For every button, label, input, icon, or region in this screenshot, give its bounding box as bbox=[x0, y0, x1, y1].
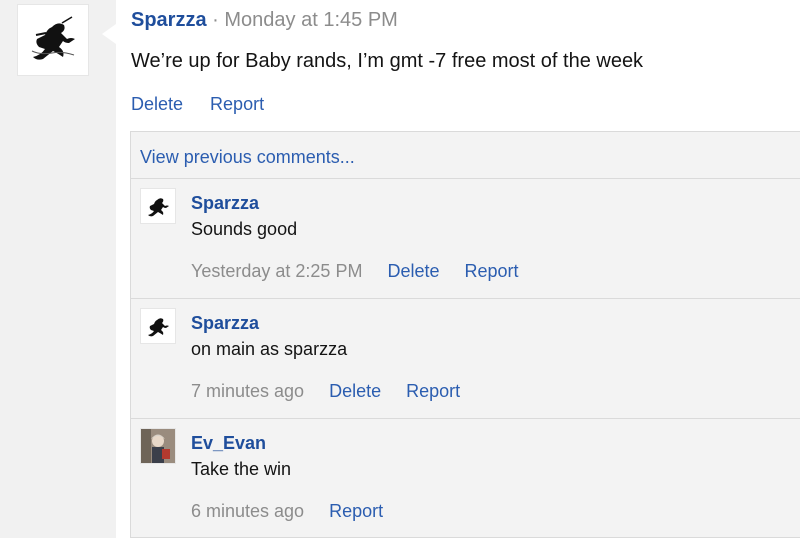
post-report-link[interactable]: Report bbox=[210, 94, 264, 114]
comment-avatar[interactable] bbox=[140, 308, 176, 344]
comment-text: on main as sparzza bbox=[191, 339, 348, 359]
comment-meta: Yesterday at 2:25 PM Delete Report bbox=[191, 260, 539, 282]
comment-author-link[interactable]: Sparzza bbox=[191, 312, 259, 334]
comments-box: View previous comments... Sparzza Sounds… bbox=[130, 131, 800, 538]
comment-report-link[interactable]: Report bbox=[465, 261, 519, 281]
post-separator: · bbox=[212, 9, 219, 31]
post-author-link[interactable]: Sparzza bbox=[131, 9, 207, 31]
comment-text: Take the win bbox=[191, 459, 292, 479]
post-avatar[interactable] bbox=[17, 4, 89, 76]
comment-meta: 6 minutes ago Report bbox=[191, 500, 403, 522]
comment-report-link[interactable]: Report bbox=[406, 381, 460, 401]
post-header: Sparzza · Monday at 1:45 PM bbox=[131, 8, 398, 32]
ninja-silhouette-icon bbox=[31, 16, 75, 60]
comment-item: Sparzza Sounds good Yesterday at 2:25 PM… bbox=[131, 178, 800, 298]
comment-timestamp[interactable]: 6 minutes ago bbox=[191, 501, 304, 521]
left-gutter bbox=[0, 0, 116, 538]
comment-text: Sounds good bbox=[191, 219, 298, 239]
ninja-silhouette-icon bbox=[148, 198, 169, 217]
post-delete-link[interactable]: Delete bbox=[131, 94, 183, 114]
post-actions: Delete Report bbox=[131, 93, 286, 115]
comment-author-link[interactable]: Ev_Evan bbox=[191, 432, 266, 454]
comment-timestamp[interactable]: 7 minutes ago bbox=[191, 381, 304, 401]
comment-meta: 7 minutes ago Delete Report bbox=[191, 380, 480, 402]
comment-timestamp[interactable]: Yesterday at 2:25 PM bbox=[191, 261, 362, 281]
view-previous-comments-link[interactable]: View previous comments... bbox=[140, 146, 355, 168]
comment-avatar[interactable] bbox=[140, 428, 176, 464]
anime-character-icon bbox=[141, 429, 175, 463]
comment-avatar[interactable] bbox=[140, 188, 176, 224]
post-timestamp[interactable]: Monday at 1:45 PM bbox=[224, 9, 397, 31]
comment-item: Ev_Evan Take the win 6 minutes ago Repor… bbox=[131, 418, 800, 538]
comment-delete-link[interactable]: Delete bbox=[329, 381, 381, 401]
post-body: We’re up for Baby rands, I’m gmt -7 free… bbox=[131, 50, 644, 72]
comment-item: Sparzza on main as sparzza 7 minutes ago… bbox=[131, 298, 800, 418]
comment-report-link[interactable]: Report bbox=[329, 501, 383, 521]
ninja-silhouette-icon bbox=[148, 318, 169, 337]
bubble-arrow bbox=[102, 24, 116, 44]
comment-delete-link[interactable]: Delete bbox=[387, 261, 439, 281]
comment-author-link[interactable]: Sparzza bbox=[191, 192, 259, 214]
